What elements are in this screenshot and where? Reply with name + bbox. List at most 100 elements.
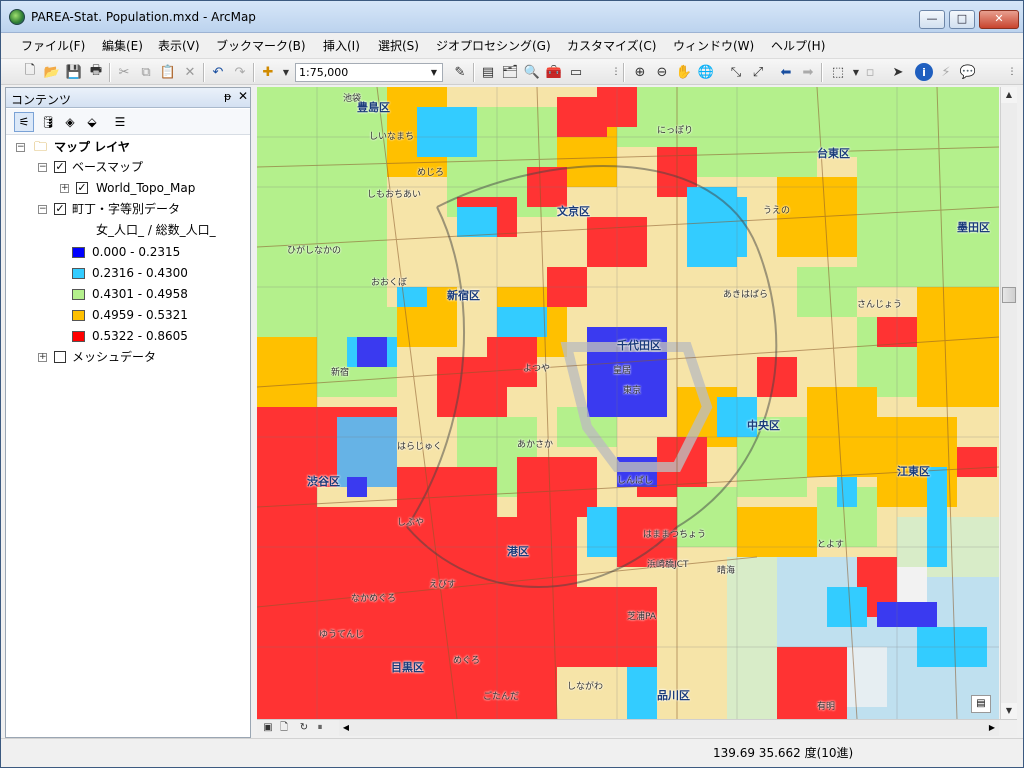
minimize-button[interactable]: — <box>919 10 945 29</box>
expand-icon[interactable]: + <box>38 353 47 362</box>
scroll-down-icon[interactable]: ▼ <box>1001 703 1017 719</box>
mesh-layer[interactable]: メッシュデータ <box>72 348 156 366</box>
map-label: 墨田区 <box>957 221 990 234</box>
list-by-selection-icon[interactable]: ⬙ <box>82 112 102 132</box>
python-window-icon[interactable]: ▭ <box>567 63 585 81</box>
map-label: 文京区 <box>557 205 590 218</box>
delete-icon[interactable]: ✕ <box>181 63 199 81</box>
select-elements-icon[interactable]: ➤ <box>889 63 907 81</box>
toolbar-options-icon[interactable]: ⋮ <box>1003 63 1021 81</box>
hyperlink-icon[interactable]: ⚡ <box>937 63 955 81</box>
menu-view[interactable]: 表示(V) <box>158 37 200 54</box>
save-icon[interactable]: 💾 <box>65 63 83 81</box>
census-layer[interactable]: 町丁・字等別データ <box>72 200 180 218</box>
world-topo-layer[interactable]: World_Topo_Map <box>96 179 195 197</box>
map-label: しぶや <box>397 518 425 528</box>
table-of-contents-icon[interactable]: ▤ <box>479 63 497 81</box>
horizontal-scrollbar[interactable]: ◀ ▶ <box>339 720 999 736</box>
map-bottom-bar: ▣ 🗋 ↻ ⏸ ◀ ▶ <box>257 719 1017 736</box>
close-icon[interactable]: ✕ <box>238 89 248 103</box>
menu-help[interactable]: ヘルプ(H) <box>771 37 825 54</box>
close-button[interactable]: ✕ <box>979 10 1019 29</box>
legend-swatch-class1[interactable] <box>72 247 85 258</box>
list-by-visibility-icon[interactable]: ◈ <box>60 112 80 132</box>
refresh-icon[interactable]: ↻ <box>297 721 311 735</box>
collapse-icon[interactable]: − <box>16 143 25 152</box>
menu-insert[interactable]: 挿入(I) <box>323 37 360 54</box>
fixed-zoom-in-icon[interactable]: ⤡ <box>727 63 745 81</box>
clear-selection-icon[interactable]: ▫ <box>861 63 879 81</box>
map-label: 皇居 <box>613 366 632 376</box>
html-popup-icon[interactable]: 💬 <box>959 63 977 81</box>
map-scale-combobox[interactable]: 1:75,000 ▼ <box>295 63 443 82</box>
full-extent-icon[interactable]: 🌐 <box>697 63 715 81</box>
arctoolbox-icon[interactable]: 🧰 <box>545 63 563 81</box>
zoom-in-icon[interactable]: ⊕ <box>631 63 649 81</box>
paste-icon[interactable]: 📋 <box>159 63 177 81</box>
vertical-scrollbar[interactable]: ▲ ▼ <box>1000 87 1017 719</box>
toolbar-separator <box>473 63 475 82</box>
legend-swatch-class2[interactable] <box>72 268 85 279</box>
scroll-right-icon[interactable]: ▶ <box>985 720 999 736</box>
status-bar: 139.69 35.662 度(10進) <box>1 738 1023 767</box>
print-icon[interactable]: 🖶 <box>87 63 105 81</box>
list-by-source-icon[interactable]: 🛢 <box>38 112 58 132</box>
collapse-icon[interactable]: − <box>38 205 47 214</box>
world-topo-checkbox[interactable]: ✓ <box>76 182 88 194</box>
basemap-group[interactable]: ベースマップ <box>72 158 143 176</box>
new-document-icon[interactable]: 🗋 <box>21 63 39 81</box>
map-label: しんばし <box>617 476 654 486</box>
census-layer-checkbox[interactable]: ✓ <box>54 203 66 215</box>
chevron-down-icon[interactable]: ▼ <box>427 65 441 80</box>
maximize-button[interactable]: □ <box>949 10 975 29</box>
scroll-thumb[interactable] <box>1002 287 1016 303</box>
mesh-layer-checkbox[interactable] <box>54 351 66 363</box>
add-data-icon[interactable]: ✚ <box>259 63 277 81</box>
editor-toolbar-icon[interactable]: ✎ <box>451 63 469 81</box>
toolbar-separator <box>109 63 111 82</box>
menu-geoprocessing[interactable]: ジオプロセシング(G) <box>436 37 551 54</box>
layout-view-icon[interactable]: 🗋 <box>277 721 291 735</box>
expand-icon[interactable]: + <box>60 184 69 193</box>
cut-icon[interactable]: ✂ <box>115 63 133 81</box>
pin-icon[interactable]: ᵽ <box>224 90 231 103</box>
basemap-checkbox[interactable]: ✓ <box>54 161 66 173</box>
pause-drawing-icon[interactable]: ⏸ <box>313 721 327 735</box>
undo-icon[interactable]: ↶ <box>209 63 227 81</box>
redo-icon[interactable]: ↷ <box>231 63 249 81</box>
select-features-icon[interactable]: ⬚ <box>829 63 847 81</box>
list-by-drawing-order-icon[interactable]: ⚟ <box>14 112 34 132</box>
back-extent-icon[interactable]: ⬅ <box>777 63 795 81</box>
scroll-left-icon[interactable]: ◀ <box>339 720 353 736</box>
scroll-up-icon[interactable]: ▲ <box>1001 87 1017 103</box>
menu-bookmarks[interactable]: ブックマーク(B) <box>216 37 306 54</box>
map-label: 新宿区 <box>447 289 480 302</box>
copy-icon[interactable]: ⧉ <box>137 63 155 81</box>
legend-swatch-class3[interactable] <box>72 289 85 300</box>
menu-file[interactable]: ファイル(F) <box>21 37 85 54</box>
menu-edit[interactable]: 編集(E) <box>102 37 143 54</box>
fixed-zoom-out-icon[interactable]: ⤢ <box>749 63 767 81</box>
catalog-window-icon[interactable]: 🗂 <box>501 63 519 81</box>
pan-icon[interactable]: ✋ <box>675 63 693 81</box>
legend-swatch-class5[interactable] <box>72 331 85 342</box>
map-tips-icon[interactable]: ▤ <box>971 695 991 713</box>
data-view-icon[interactable]: ▣ <box>261 721 275 735</box>
legend-swatch-class4[interactable] <box>72 310 85 321</box>
map-label: 新宿 <box>331 368 350 378</box>
map-label: 池袋 <box>343 94 362 104</box>
toc-options-icon[interactable]: ☰ <box>110 112 130 132</box>
menu-selection[interactable]: 選択(S) <box>378 37 419 54</box>
open-folder-icon[interactable]: 📂 <box>43 63 61 81</box>
collapse-icon[interactable]: − <box>38 163 47 172</box>
forward-extent-icon[interactable]: ➡ <box>799 63 817 81</box>
map-scale-value: 1:75,000 <box>299 66 349 79</box>
menu-customize[interactable]: カスタマイズ(C) <box>567 37 656 54</box>
zoom-out-icon[interactable]: ⊖ <box>653 63 671 81</box>
menu-windows[interactable]: ウィンドウ(W) <box>673 37 754 54</box>
identify-icon[interactable]: i <box>915 63 933 81</box>
map-display[interactable]: 文京区 新宿区 台東区 墨田区 千代田区 中央区 港区 渋谷区 江東区 目黒区 … <box>257 87 999 719</box>
map-layers-root[interactable]: マップ レイヤ <box>54 138 130 156</box>
add-data-dropdown-icon[interactable]: ▼ <box>277 63 295 81</box>
search-window-icon[interactable]: 🔍 <box>523 63 541 81</box>
